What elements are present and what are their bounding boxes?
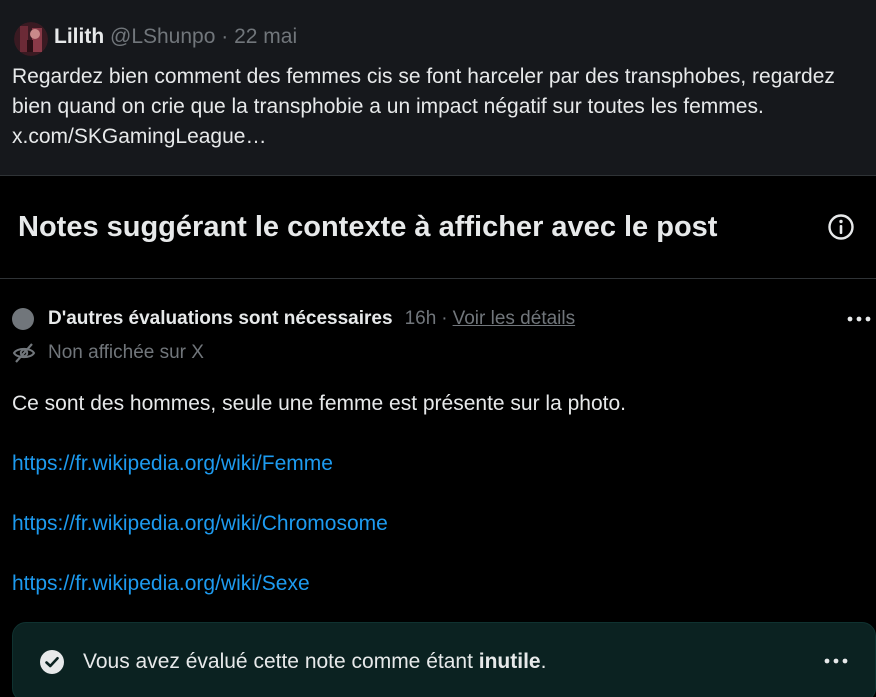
visibility-label: Non affichée sur X <box>48 342 204 363</box>
rating-value: inutile <box>478 650 541 673</box>
status-label: D'autres évaluations sont nécessaires <box>48 308 393 329</box>
visibility-row: Non affichée sur X <box>12 340 204 366</box>
post-text: Regardez bien comment des femmes cis se … <box>12 62 867 152</box>
post-header: Lilith @LShunpo · 22 mai <box>54 24 297 50</box>
rating-suffix: . <box>540 650 547 673</box>
rating-text: Vous avez évalué cette note comme étant … <box>83 648 546 676</box>
note-time: 16h <box>404 308 437 329</box>
more-options-icon[interactable] <box>846 309 872 329</box>
note-link-sexe[interactable]: https://fr.wikipedia.org/wiki/Sexe <box>12 570 310 598</box>
note-link-chromosome[interactable]: https://fr.wikipedia.org/wiki/Chromosome <box>12 510 388 538</box>
post-body: Regardez bien comment des femmes cis se … <box>12 65 835 118</box>
status-dot-icon <box>12 308 34 330</box>
check-circle-icon <box>40 650 64 674</box>
avatar-image <box>14 22 48 56</box>
rating-prefix: Vous avez évalué cette note comme étant <box>83 650 479 673</box>
avatar[interactable] <box>14 22 48 56</box>
header-separator: · <box>221 25 229 48</box>
note-link-femme[interactable]: https://fr.wikipedia.org/wiki/Femme <box>12 450 333 478</box>
author-handle[interactable]: @LShunpo <box>110 25 215 48</box>
note-status-row: D'autres évaluations sont nécessaires 16… <box>12 306 575 332</box>
rating-more-options-icon[interactable] <box>823 651 849 671</box>
quoted-post[interactable]: Lilith @LShunpo · 22 mai Regardez bien c… <box>0 0 876 176</box>
post-date[interactable]: 22 mai <box>234 25 297 48</box>
details-link[interactable]: Voir les détails <box>453 306 576 332</box>
status-separator: · <box>441 308 448 329</box>
eye-off-icon <box>12 343 36 363</box>
author-name[interactable]: Lilith <box>54 25 104 48</box>
rating-banner: Vous avez évalué cette note comme étant … <box>12 622 876 697</box>
post-link[interactable]: x.com/SKGamingLeague… <box>12 125 266 148</box>
info-icon[interactable] <box>826 212 856 242</box>
page-title: Notes suggérant le contexte à afficher a… <box>18 211 718 243</box>
note-text: Ce sont des hommes, seule une femme est … <box>12 392 626 415</box>
